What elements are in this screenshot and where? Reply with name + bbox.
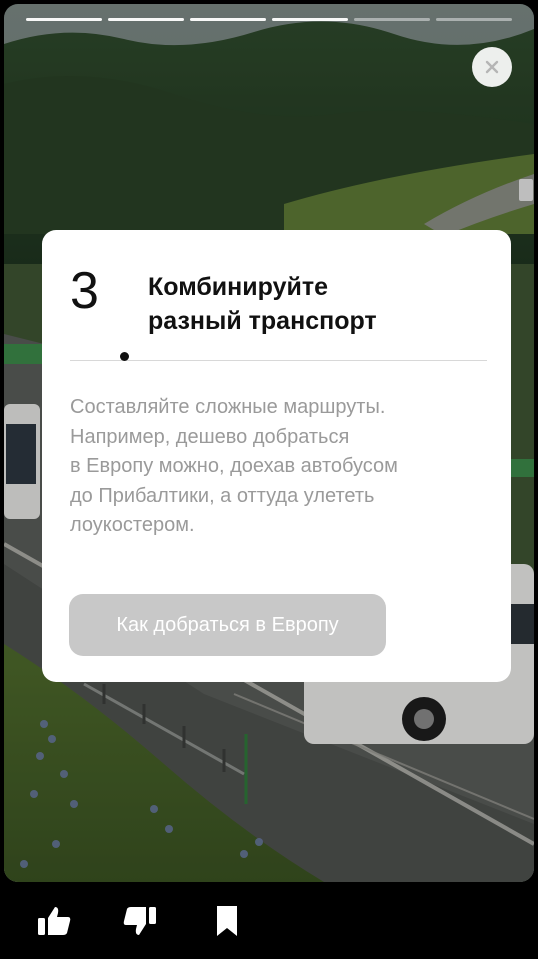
- bottom-action-bar: [0, 882, 538, 959]
- description-line: в Европу можно, доехав автобусом: [70, 455, 398, 477]
- bookmark-button[interactable]: [207, 904, 247, 938]
- progress-segment: [354, 18, 430, 21]
- bookmark-icon: [217, 906, 237, 936]
- description-line: Например, дешево добраться: [70, 425, 350, 448]
- progress-segment: [26, 18, 102, 21]
- close-button[interactable]: [472, 47, 512, 87]
- progress-segment: [190, 18, 266, 21]
- progress-segment: [272, 18, 348, 21]
- description-line: лоукостером.: [70, 514, 195, 536]
- progress-segment: [436, 18, 512, 21]
- card-heading: 3 Комбинируйте разный транспорт: [70, 258, 481, 361]
- info-card: 3 Комбинируйте разный транспорт Составля…: [42, 230, 511, 682]
- card-divider: [70, 360, 487, 361]
- step-title-line2: разный транспорт: [148, 307, 377, 335]
- description-line: до Прибалтики, а оттуда улететь: [70, 484, 375, 507]
- story-progress: [26, 18, 512, 21]
- like-button[interactable]: [34, 904, 74, 938]
- close-icon: [485, 60, 499, 74]
- step-description: Составляйте сложные маршруты. Например, …: [70, 393, 480, 541]
- dislike-button[interactable]: [120, 904, 160, 938]
- europe-route-button[interactable]: Как добраться в Европу: [69, 594, 386, 656]
- description-line: Составляйте сложные маршруты.: [70, 396, 386, 418]
- thumbs-up-icon: [38, 907, 71, 935]
- step-number: 3: [70, 262, 99, 320]
- thumbs-down-icon: [123, 907, 156, 935]
- story-view[interactable]: 3 Комбинируйте разный транспорт Составля…: [4, 4, 534, 882]
- step-title-line1: Комбинируйте: [148, 273, 329, 301]
- step-title: Комбинируйте разный транспорт: [148, 270, 377, 338]
- step-number-dot: [120, 352, 129, 361]
- progress-segment: [108, 18, 184, 21]
